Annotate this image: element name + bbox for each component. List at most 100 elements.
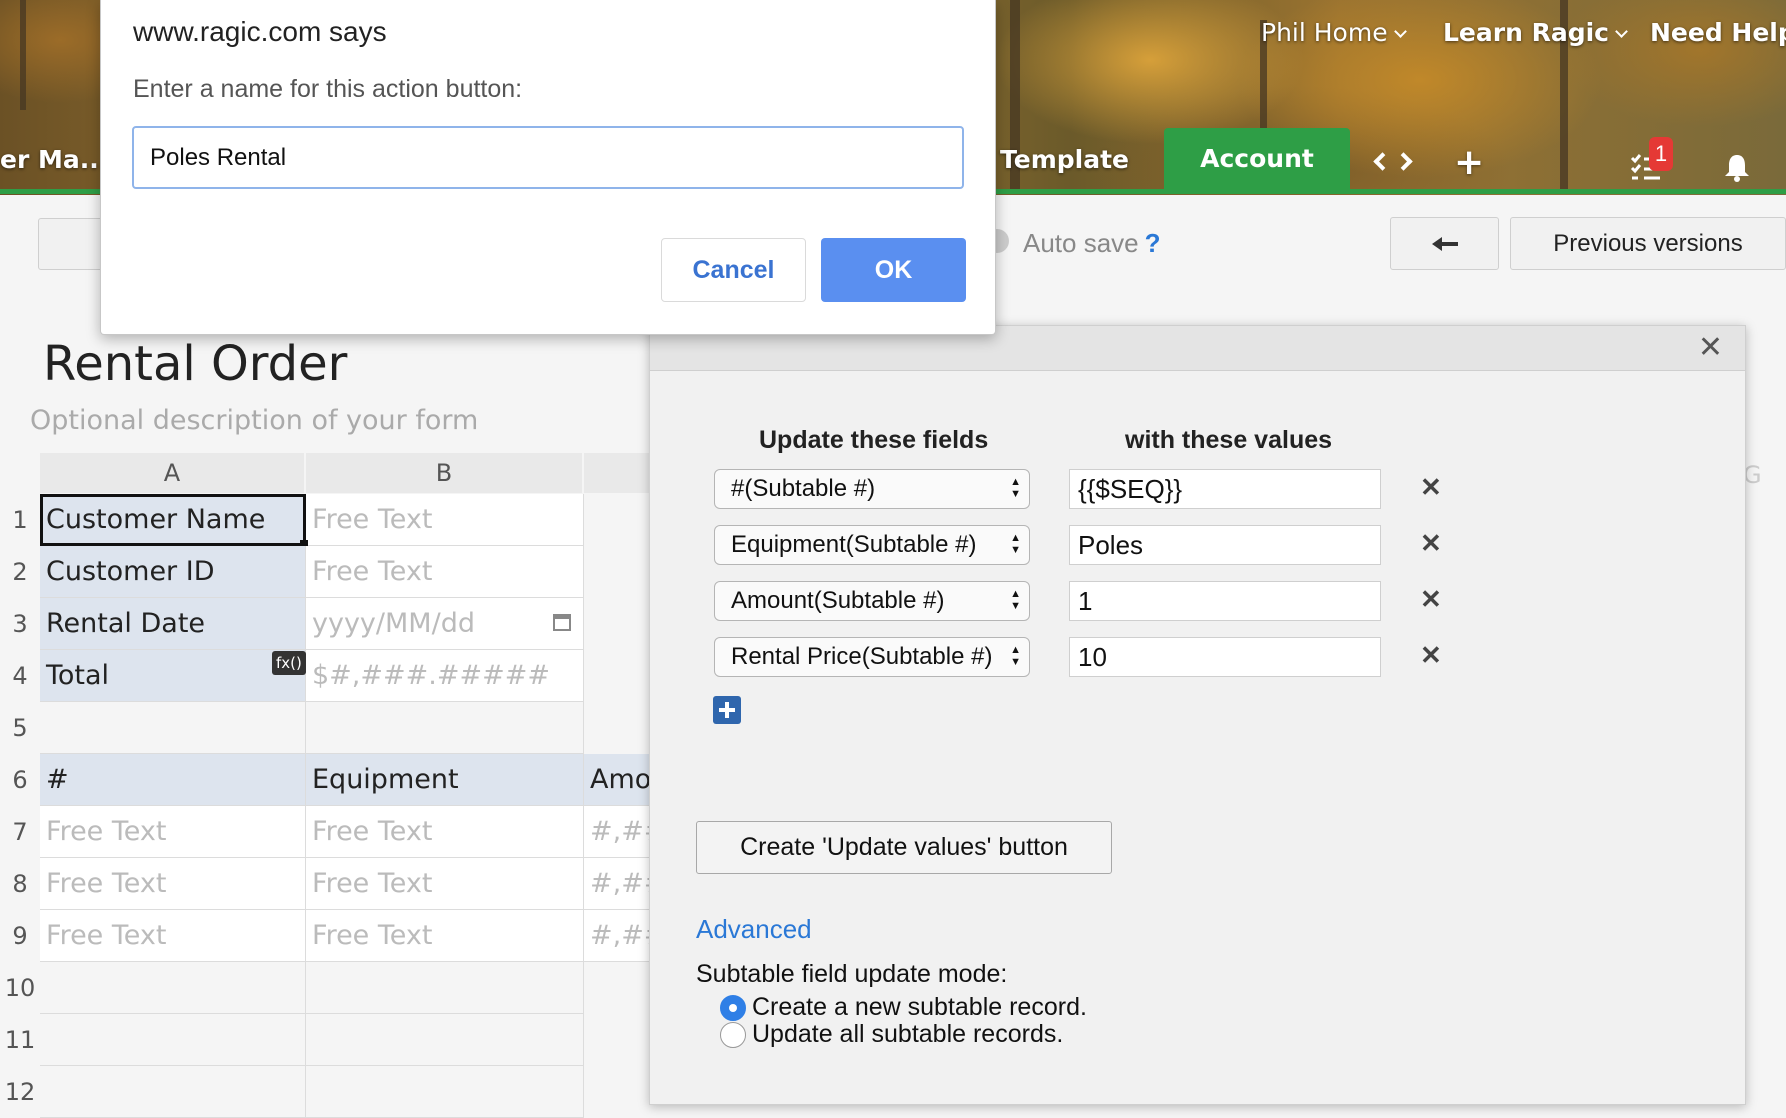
remove-row-icon[interactable]: ✕ bbox=[1420, 472, 1442, 503]
select-arrows-icon: ▲ ▼ bbox=[1010, 476, 1021, 500]
field-label-customer-name[interactable]: Customer Name bbox=[40, 494, 306, 546]
field-select-label: Equipment(Subtable #) bbox=[731, 531, 977, 558]
chevron-right-icon[interactable] bbox=[1394, 152, 1413, 171]
column-header-b[interactable]: B bbox=[306, 453, 582, 493]
update-mode-label: Subtable field update mode: bbox=[696, 960, 1008, 988]
form-title[interactable]: Rental Order bbox=[43, 336, 347, 392]
row-number[interactable]: 3 bbox=[0, 598, 40, 650]
subtable-cell[interactable]: Free Text bbox=[40, 910, 306, 962]
field-value-customer-id[interactable]: Free Text bbox=[306, 546, 584, 598]
tab-account[interactable]: Account bbox=[1164, 128, 1350, 190]
radio-selected-icon[interactable] bbox=[720, 994, 746, 1021]
chevron-left-icon[interactable] bbox=[1373, 152, 1392, 171]
subtable-header-equipment[interactable]: Equipment bbox=[306, 754, 584, 806]
nav-need-help[interactable]: Need Help? bbox=[1650, 18, 1786, 47]
chevron-down-icon bbox=[1393, 25, 1407, 38]
autosave-label: Auto save? bbox=[1023, 228, 1161, 259]
row-number[interactable]: 7 bbox=[0, 806, 40, 858]
remove-row-icon[interactable]: ✕ bbox=[1420, 640, 1442, 671]
row-number[interactable]: 10 bbox=[0, 962, 40, 1014]
value-input[interactable]: {{$SEQ}} bbox=[1069, 469, 1381, 509]
field-value-total[interactable]: $#,###.##### bbox=[306, 650, 584, 702]
field-value-customer-name[interactable]: Free Text bbox=[306, 494, 584, 546]
subtable-cell[interactable]: Free Text bbox=[40, 806, 306, 858]
back-button[interactable] bbox=[1390, 217, 1499, 270]
bell-icon[interactable] bbox=[1722, 152, 1752, 186]
previous-versions-button[interactable]: Previous versions bbox=[1510, 217, 1786, 270]
nav-phil-home-label: Phil Home bbox=[1261, 18, 1388, 47]
field-select[interactable]: Amount(Subtable #) ▲ ▼ bbox=[714, 581, 1030, 621]
subtable-cell[interactable]: #,## bbox=[584, 910, 654, 962]
subtable-cell[interactable]: Free Text bbox=[306, 910, 584, 962]
row-number[interactable]: 6 bbox=[0, 754, 40, 806]
subtable-header-amount[interactable]: Amo bbox=[584, 754, 654, 806]
empty-cell[interactable] bbox=[40, 1014, 306, 1066]
remove-row-icon[interactable]: ✕ bbox=[1420, 584, 1442, 615]
subtable-header-seq[interactable]: # bbox=[40, 754, 306, 806]
row-number[interactable]: 4 bbox=[0, 650, 40, 702]
radio-unselected-icon[interactable] bbox=[720, 1021, 746, 1048]
row-number[interactable]: 5 bbox=[0, 702, 40, 754]
subtable-cell[interactable]: Free Text bbox=[306, 806, 584, 858]
advanced-link[interactable]: Advanced bbox=[696, 914, 812, 945]
field-select-label: Rental Price(Subtable #) bbox=[731, 643, 993, 670]
value-input[interactable]: 1 bbox=[1069, 581, 1381, 621]
row-number[interactable]: 12 bbox=[0, 1066, 40, 1118]
formula-icon[interactable]: fx() bbox=[272, 651, 306, 675]
value-input[interactable]: 10 bbox=[1069, 637, 1381, 677]
nav-phil-home[interactable]: Phil Home bbox=[1261, 18, 1407, 47]
select-arrows-icon: ▲ ▼ bbox=[1010, 644, 1021, 668]
mode-option-create[interactable]: Create a new subtable record. bbox=[720, 993, 1087, 1022]
subtable-cell[interactable]: #,## bbox=[584, 858, 654, 910]
browser-prompt-dialog: www.ragic.com says Enter a name for this… bbox=[100, 0, 996, 335]
background-tree bbox=[20, 0, 26, 110]
subtable-cell[interactable]: Free Text bbox=[40, 858, 306, 910]
add-tab-icon[interactable]: + bbox=[1454, 142, 1484, 183]
arrow-left-icon bbox=[1431, 236, 1458, 251]
subtable-cell[interactable]: Free Text bbox=[306, 858, 584, 910]
tab-template[interactable]: Template bbox=[1000, 145, 1129, 174]
field-label-rental-date[interactable]: Rental Date bbox=[40, 598, 306, 650]
nav-learn-ragic-label: Learn Ragic bbox=[1443, 18, 1609, 47]
field-select[interactable]: Rental Price(Subtable #) ▲ ▼ bbox=[714, 637, 1030, 677]
empty-cell[interactable] bbox=[306, 1066, 584, 1118]
field-select[interactable]: #(Subtable #) ▲ ▼ bbox=[714, 469, 1030, 509]
field-label-total[interactable]: Total bbox=[40, 650, 306, 702]
nav-learn-ragic[interactable]: Learn Ragic bbox=[1443, 18, 1628, 47]
empty-cell[interactable] bbox=[40, 702, 306, 754]
add-row-icon[interactable] bbox=[713, 696, 741, 724]
action-button-name-input[interactable]: Poles Rental bbox=[132, 126, 964, 189]
prompt-title: www.ragic.com says bbox=[133, 16, 387, 47]
header-with-values: with these values bbox=[1125, 426, 1333, 454]
mode-option-update-all[interactable]: Update all subtable records. bbox=[720, 1020, 1063, 1049]
ok-button[interactable]: OK bbox=[821, 238, 966, 302]
field-label-customer-id[interactable]: Customer ID bbox=[40, 546, 306, 598]
row-number[interactable]: 8 bbox=[0, 858, 40, 910]
select-arrows-icon: ▲ ▼ bbox=[1010, 532, 1021, 556]
column-header-a[interactable]: A bbox=[40, 453, 304, 493]
empty-cell[interactable] bbox=[306, 702, 584, 754]
select-arrows-icon: ▲ ▼ bbox=[1010, 588, 1021, 612]
chevron-down-icon bbox=[1615, 25, 1628, 38]
remove-row-icon[interactable]: ✕ bbox=[1420, 528, 1442, 559]
empty-cell[interactable] bbox=[40, 962, 306, 1014]
subtable-cell[interactable]: #,## bbox=[584, 806, 654, 858]
row-number[interactable]: 11 bbox=[0, 1014, 40, 1066]
row-number[interactable]: 9 bbox=[0, 910, 40, 962]
update-values-dialog: ✕ Update these fields with these values … bbox=[649, 325, 1746, 1105]
value-input[interactable]: Poles bbox=[1069, 525, 1381, 565]
empty-cell[interactable] bbox=[306, 1014, 584, 1066]
calendar-icon[interactable] bbox=[553, 614, 571, 631]
cancel-button[interactable]: Cancel bbox=[661, 238, 806, 302]
tab-partial[interactable]: er Ma... bbox=[0, 145, 108, 174]
empty-cell[interactable] bbox=[40, 1066, 306, 1118]
empty-cell[interactable] bbox=[306, 962, 584, 1014]
row-number[interactable]: 1 bbox=[0, 494, 40, 546]
help-icon[interactable]: ? bbox=[1145, 228, 1161, 258]
close-icon[interactable]: ✕ bbox=[1698, 330, 1723, 365]
field-select[interactable]: Equipment(Subtable #) ▲ ▼ bbox=[714, 525, 1030, 565]
create-update-values-button[interactable]: Create 'Update values' button bbox=[696, 821, 1112, 874]
form-description[interactable]: Optional description of your form bbox=[30, 405, 478, 436]
row-number[interactable]: 2 bbox=[0, 546, 40, 598]
field-value-rental-date[interactable]: yyyy/MM/dd bbox=[306, 598, 584, 650]
